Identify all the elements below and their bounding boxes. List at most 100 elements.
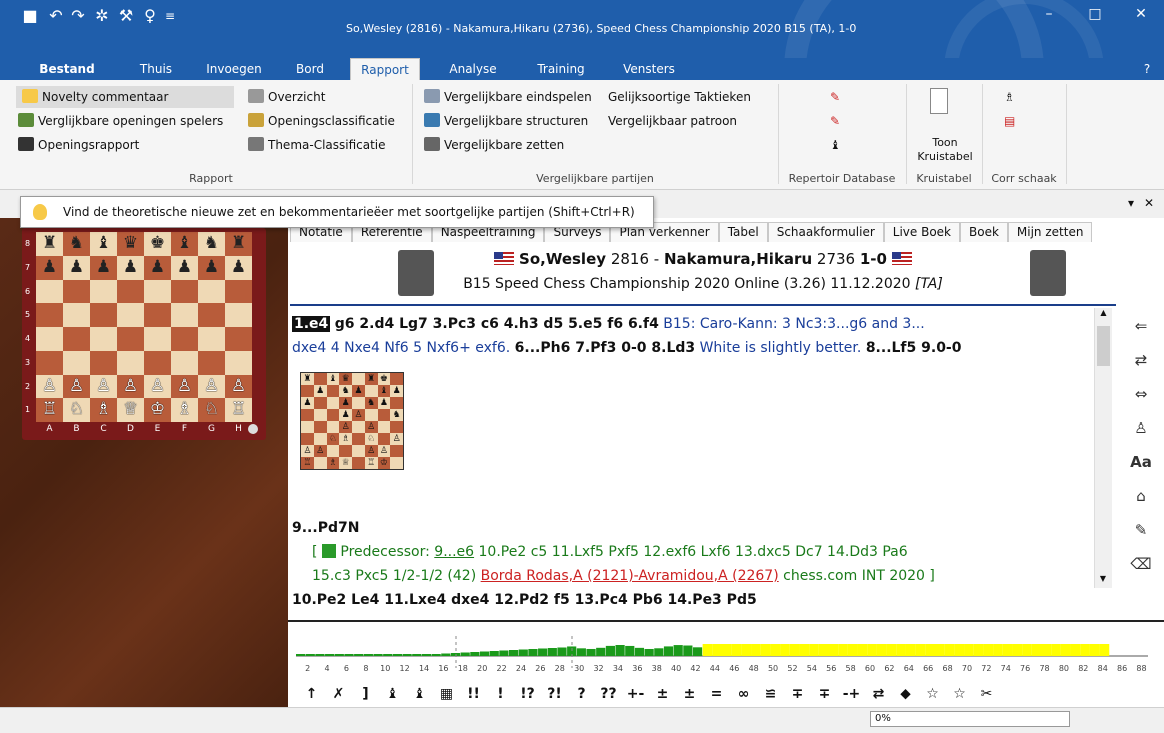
board-square[interactable]: [144, 350, 171, 375]
tab-analyse[interactable]: Analyse: [440, 58, 506, 80]
similar-moves-button[interactable]: Vergelijkbare zetten: [424, 134, 564, 156]
tab-mijn-zetten[interactable]: Mijn zetten: [1007, 222, 1093, 242]
board-square[interactable]: ♕: [117, 398, 144, 422]
save-icon[interactable]: ■: [20, 6, 40, 26]
overview-button[interactable]: Overzicht: [248, 86, 325, 108]
board-square[interactable]: [36, 327, 63, 351]
annotation-symbol-button[interactable]: ☆: [919, 686, 946, 702]
board-square[interactable]: ♟: [63, 255, 90, 280]
board-square[interactable]: [198, 303, 225, 327]
analysis-icon[interactable]: ⚒: [116, 6, 136, 26]
board-square[interactable]: [144, 279, 171, 304]
board-square[interactable]: [63, 327, 90, 351]
tab-schaakformulier[interactable]: Schaakformulier: [767, 222, 884, 242]
bulb-icon[interactable]: ♀: [140, 6, 160, 26]
board-square[interactable]: [117, 279, 144, 304]
annotation-symbol-button[interactable]: ▦: [433, 686, 460, 702]
board-square[interactable]: [90, 327, 117, 351]
board-square[interactable]: [36, 303, 63, 327]
board-square[interactable]: ♚: [144, 232, 171, 256]
board-square[interactable]: ♙: [144, 374, 171, 399]
board-square[interactable]: ♟: [171, 255, 198, 280]
tree-icon[interactable]: ⌂: [1124, 482, 1158, 510]
repertoire-user-icon[interactable]: ♝: [830, 134, 841, 156]
board-square[interactable]: ♙: [63, 374, 90, 399]
back-icon[interactable]: ⇐: [1124, 312, 1158, 340]
tab-tabel[interactable]: Tabel: [718, 222, 768, 242]
board-square[interactable]: [117, 327, 144, 351]
main-line[interactable]: g6 2.d4 Lg7 3.Pc3 c6 4.h3 d5 5.e5 f6 6.f…: [335, 316, 659, 332]
edit-icon[interactable]: ✎: [1124, 516, 1158, 544]
help-icon[interactable]: ?: [1136, 58, 1158, 80]
board-square[interactable]: [117, 350, 144, 375]
panel-menu-icon[interactable]: ▾: [1128, 196, 1134, 210]
board-square[interactable]: ♘: [198, 398, 225, 422]
annotation-symbol-button[interactable]: !?: [514, 686, 541, 702]
board-square[interactable]: [90, 303, 117, 327]
undo-icon[interactable]: ↶: [46, 6, 66, 26]
predecessor-line[interactable]: 10.Pe2 c5 11.Lxf5 Pxf5 12.exf6 Lxf6 13.d…: [479, 544, 908, 560]
board-square[interactable]: [225, 350, 252, 375]
annotation-symbol-button[interactable]: ∓: [811, 686, 838, 702]
annotation-symbol-button[interactable]: =: [703, 686, 730, 702]
maximize-icon[interactable]: □: [1072, 0, 1118, 28]
tab-thuis[interactable]: Thuis: [126, 58, 186, 80]
repertoire-compare-icon[interactable]: ✎: [830, 110, 840, 132]
annotation-symbol-button[interactable]: ∓: [784, 686, 811, 702]
annotation-symbol-button[interactable]: ≌: [757, 686, 784, 702]
tab-rapport[interactable]: Rapport: [350, 58, 420, 80]
theme-classification-button[interactable]: Thema-Classificatie: [248, 134, 386, 156]
board-square[interactable]: [171, 350, 198, 375]
board-square[interactable]: [225, 327, 252, 351]
engine-icon[interactable]: ✲: [92, 6, 112, 26]
board-square[interactable]: ♗: [90, 398, 117, 422]
piece-icon[interactable]: ♙: [1124, 414, 1158, 442]
annotation-symbol-button[interactable]: ⇄: [865, 686, 892, 702]
eraser-icon[interactable]: ⌫: [1124, 550, 1158, 578]
board-square[interactable]: ♞: [198, 232, 225, 256]
board-square[interactable]: ♙: [171, 374, 198, 399]
scroll-thumb[interactable]: [1097, 326, 1110, 366]
annotation-symbol-button[interactable]: ↑: [298, 686, 325, 702]
minimize-icon[interactable]: –: [1026, 0, 1072, 28]
annotation-symbol-button[interactable]: ✗: [325, 686, 352, 702]
board-square[interactable]: [198, 279, 225, 304]
main-line[interactable]: 6...Ph6 7.Pf3 0-0 8.Ld3: [515, 340, 695, 356]
board-square[interactable]: ♝: [171, 232, 198, 256]
forward-icon[interactable]: ⇔: [1124, 380, 1158, 408]
tab-live-boek[interactable]: Live Boek: [883, 222, 960, 242]
annotation-symbol-button[interactable]: ?: [568, 686, 595, 702]
board-square[interactable]: ♔: [144, 398, 171, 422]
chess-board[interactable]: 87654321 ♜ ♞ ♝ ♛ ♚ ♝ ♞ ♜ ♟ ♟ ♟ ♟ ♟ ♟ ♟ ♟ ♙ ♙ ♙ ♙ ♙ ♙ ♙ ♙ ♖ ♘ ♗ ♕ ♔ ♗ ♘…: [22, 228, 266, 440]
board-square[interactable]: ♟: [117, 255, 144, 280]
annotation-symbol-button[interactable]: ♝: [406, 686, 433, 702]
board-square[interactable]: [90, 279, 117, 304]
opening-classification-button[interactable]: Openingsclassificatie: [248, 110, 395, 132]
annotation-symbol-button[interactable]: ±: [676, 686, 703, 702]
board-square[interactable]: [117, 303, 144, 327]
board-square[interactable]: ♟: [90, 255, 117, 280]
similar-pattern-button[interactable]: Vergelijkbaar patroon: [608, 110, 737, 132]
board-square[interactable]: ♙: [90, 374, 117, 399]
tab-vensters[interactable]: Vensters: [612, 58, 686, 80]
board-square[interactable]: ♟: [198, 255, 225, 280]
novelty-move[interactable]: 9...Pd7N: [292, 516, 1092, 540]
redo-icon[interactable]: ↷: [68, 6, 88, 26]
board-square[interactable]: [171, 303, 198, 327]
annotation-symbol-button[interactable]: ♝: [379, 686, 406, 702]
annotation-symbol-button[interactable]: !!: [460, 686, 487, 702]
board-square[interactable]: ♙: [198, 374, 225, 399]
main-line[interactable]: 8...Lf5 9.0-0: [866, 340, 962, 356]
board-square[interactable]: ♜: [225, 232, 252, 256]
annotation-symbol-button[interactable]: -+: [838, 686, 865, 702]
notation-scrollbar[interactable]: ▲ ▼: [1094, 308, 1112, 588]
tab-training[interactable]: Training: [524, 58, 598, 80]
panel-close-icon[interactable]: ✕: [1144, 196, 1154, 210]
board-square[interactable]: ♜: [36, 232, 63, 256]
board-square[interactable]: [171, 327, 198, 351]
board-square[interactable]: ♟: [36, 255, 63, 280]
close-icon[interactable]: ✕: [1118, 0, 1164, 28]
predecessor-players-link[interactable]: Borda Rodas,A (2121)-Avramidou,A (2267): [481, 568, 779, 584]
repertoire-icon[interactable]: ✎: [830, 86, 840, 108]
annotation-symbol-button[interactable]: ]: [352, 686, 379, 702]
